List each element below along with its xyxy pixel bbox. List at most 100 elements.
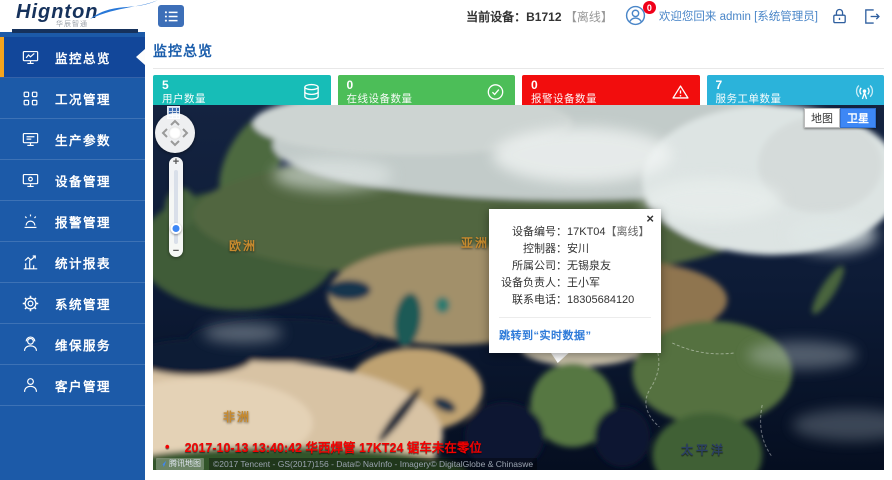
welcome-text: 欢迎您回来 admin [系统管理员] [659, 8, 818, 24]
warning-triangle-icon [670, 82, 691, 103]
sidebar-item-monitor-overview[interactable]: 监控总览 [0, 37, 145, 78]
notification-badge: 0 [643, 1, 656, 14]
sidebar-item-label: 监控总览 [55, 48, 111, 67]
attribution-text: ©2017 Tencent - GS(2017)156 - Data© NavI… [209, 458, 537, 470]
pan-center-dot [169, 127, 182, 140]
popup-row: 设备编号：17KT04【离线】 [499, 224, 651, 241]
tencent-map-logo: 腾讯地图 [156, 458, 204, 470]
sidebar-item-maintenance-service[interactable]: 维保服务 [0, 324, 145, 365]
stat-cards-row: 5 用户数量 0 在线设备数量 0 报警设备数量 7 服务工单数量 [153, 75, 884, 109]
alarm-bullet: • [165, 439, 170, 454]
sidebar-item-report-stats[interactable]: 统计报表 [0, 242, 145, 283]
stat-card-users[interactable]: 5 用户数量 [153, 75, 331, 109]
company-logo: Hignton 华辰智通 [16, 1, 148, 32]
popup-row-value: 无锡泉友 [567, 258, 611, 275]
alarm-ticker: • 2017-10-13 13:40:42 华西焊管 17KT24 锯车未在零位 [165, 437, 482, 456]
monitor-overview-icon [21, 48, 40, 67]
popup-row-label: 联系电话： [499, 292, 567, 309]
stat-card-alarm-devices[interactable]: 0 报警设备数量 [522, 75, 700, 109]
map-logo-icon [159, 460, 167, 468]
zoom-in-button[interactable]: + [173, 157, 179, 168]
map-type-satellite-button[interactable]: 卫星 [840, 108, 876, 128]
map-zoom-slider: + − [169, 157, 183, 257]
database-icon [301, 82, 322, 103]
logo-underline [12, 29, 138, 33]
zoom-out-button[interactable]: − [173, 246, 179, 257]
check-circle-icon [485, 82, 506, 103]
sidebar-item-label: 生产参数 [55, 130, 111, 149]
username: admin [720, 11, 751, 23]
sidebar-item-device-mgmt[interactable]: 设备管理 [0, 160, 145, 201]
device-label: 当前设备： [466, 10, 526, 24]
close-icon[interactable]: × [646, 212, 654, 225]
popup-device-status: 【离线】 [606, 224, 651, 241]
sidebar-item-label: 系统管理 [55, 294, 111, 313]
popup-row-value: 18305684120 [567, 292, 634, 309]
popup-row-label: 设备编号： [499, 224, 567, 241]
stat-value: 0 [347, 78, 507, 93]
stat-card-online-devices[interactable]: 0 在线设备数量 [338, 75, 516, 109]
monitor-lines-icon [21, 130, 40, 149]
bar-chart-icon [21, 253, 40, 272]
list-icon [164, 10, 179, 23]
logout-button[interactable] [861, 6, 882, 27]
map-type-switcher: 地图 卫星 [804, 108, 876, 128]
popup-row: 控制器：安川 [499, 241, 651, 258]
grid-icon [21, 89, 40, 108]
map-attribution: 腾讯地图 ©2017 Tencent - GS(2017)156 - Data©… [153, 457, 884, 470]
current-device-info: 当前设备：B1712 【离线】 [466, 8, 613, 25]
sidebar-item-label: 维保服务 [55, 335, 111, 354]
zoom-track[interactable] [174, 170, 178, 244]
realtime-data-link[interactable]: 跳转到“实时数据” [499, 317, 651, 343]
sidebar-item-customer-mgmt[interactable]: 客户管理 [0, 365, 145, 406]
main-content: 监控总览 5 用户数量 0 在线设备数量 0 报警设备数量 7 服务工单数量 [145, 32, 892, 480]
map-label-asia: 亚洲 [461, 234, 489, 251]
broadcast-icon [854, 82, 875, 103]
popup-row-label: 控制器： [499, 241, 567, 258]
alarm-text: 2017-10-13 13:40:42 华西焊管 17KT24 锯车未在零位 [185, 437, 482, 456]
map-label-europe: 欧洲 [229, 237, 257, 254]
popup-row: 所属公司：无锡泉友 [499, 258, 651, 275]
support-person-icon [21, 335, 40, 354]
popup-row: 设备负责人：王小军 [499, 275, 651, 292]
gear-icon [21, 294, 40, 313]
stat-card-service-orders[interactable]: 7 服务工单数量 [707, 75, 885, 109]
device-value: B1712 [526, 10, 561, 24]
popup-row-label: 所属公司： [499, 258, 567, 275]
stat-value: 0 [531, 78, 691, 93]
user-notifications-button[interactable]: 0 [624, 4, 648, 28]
device-status: 【离线】 [565, 10, 613, 24]
zoom-thumb[interactable] [171, 223, 182, 234]
person-icon [21, 376, 40, 395]
sidebar-item-label: 设备管理 [55, 171, 111, 190]
sidebar-item-condition-mgmt[interactable]: 工况管理 [0, 78, 145, 119]
popup-row-label: 设备负责人： [499, 275, 567, 292]
sidebar-item-label: 报警管理 [55, 212, 111, 231]
popup-row-value: 安川 [567, 241, 589, 258]
map-label-pacific: 太平洋 [681, 441, 726, 458]
sidebar-item-system-mgmt[interactable]: 系统管理 [0, 283, 145, 324]
device-info-popup: × 设备编号：17KT04【离线】 控制器：安川 所属公司：无锡泉友 设备负责人… [489, 209, 661, 353]
map-panel: + − 地图 卫星 欧洲 亚洲 非洲 中 国 太平洋 × 设备编号：17KT04… [153, 105, 884, 470]
map-pan-control[interactable] [155, 113, 195, 153]
sidebar-item-label: 客户管理 [55, 376, 111, 395]
map-label-africa: 非洲 [223, 408, 251, 425]
stat-value: 7 [716, 78, 876, 93]
top-header: Hignton 华辰智通 当前设备：B1712 【离线】 0 欢迎您回来 adm… [0, 0, 892, 32]
popup-row-value: 王小军 [567, 275, 600, 292]
sidebar-item-label: 统计报表 [55, 253, 111, 272]
monitor-device-icon [21, 171, 40, 190]
popup-row-value: 17KT04 [567, 224, 606, 241]
popup-row: 联系电话：18305684120 [499, 292, 651, 309]
alarm-siren-icon [21, 212, 40, 231]
lock-screen-button[interactable] [829, 6, 850, 27]
collapse-menu-button[interactable] [158, 5, 184, 27]
page-title: 监控总览 [153, 41, 884, 69]
logo-swoosh-icon [88, 0, 162, 21]
stat-value: 5 [162, 78, 322, 93]
sidebar-item-label: 工况管理 [55, 89, 111, 108]
sidebar-item-alarm-mgmt[interactable]: 报警管理 [0, 201, 145, 242]
sidebar-item-production-params[interactable]: 生产参数 [0, 119, 145, 160]
map-type-map-button[interactable]: 地图 [804, 108, 840, 128]
user-role: [系统管理员] [754, 11, 818, 23]
